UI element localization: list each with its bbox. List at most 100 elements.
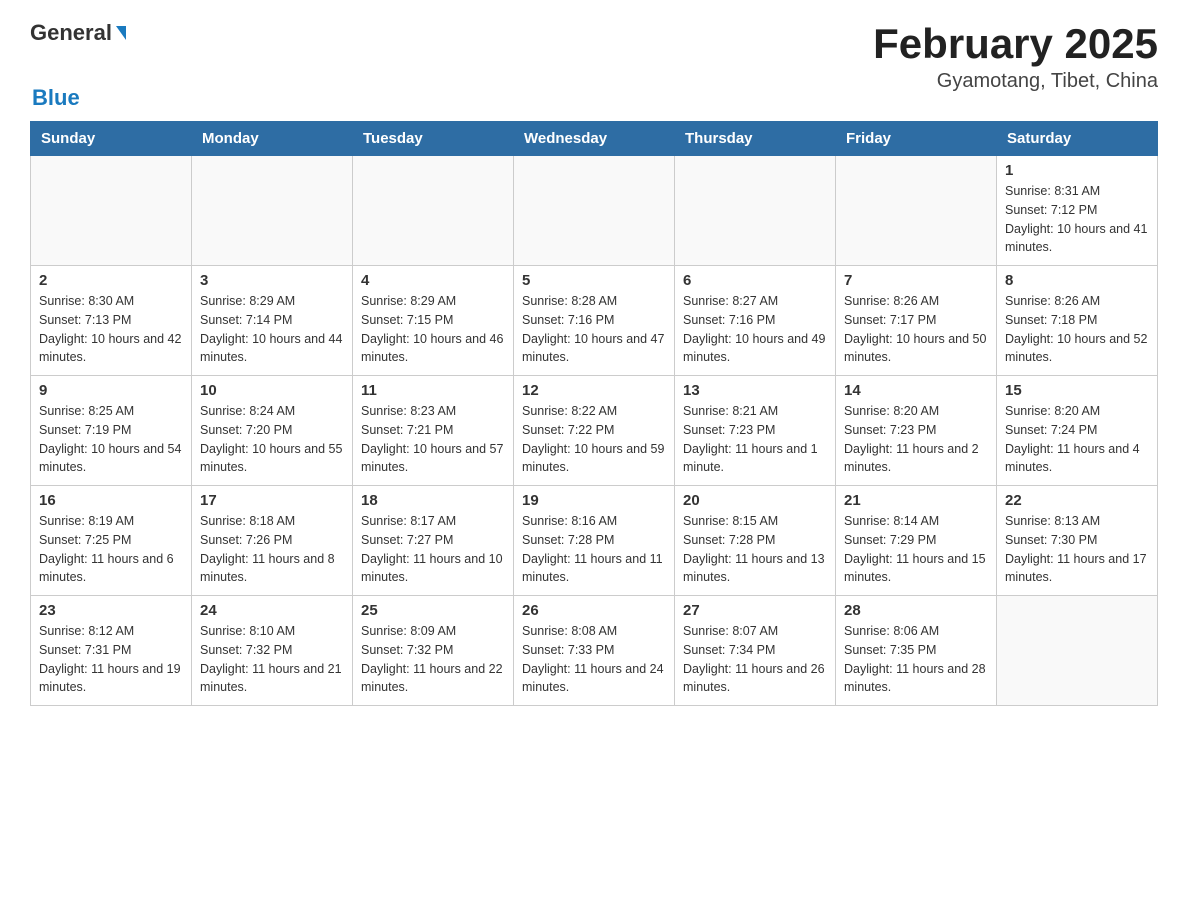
calendar-cell: 3Sunrise: 8:29 AMSunset: 7:14 PMDaylight… [192, 266, 353, 376]
day-number: 8 [1005, 272, 1149, 289]
calendar-cell: 27Sunrise: 8:07 AMSunset: 7:34 PMDayligh… [675, 596, 836, 706]
header-wednesday: Wednesday [514, 122, 675, 156]
calendar-header: SundayMondayTuesdayWednesdayThursdayFrid… [31, 122, 1158, 156]
day-number: 14 [844, 382, 988, 399]
day-info: Sunrise: 8:10 AMSunset: 7:32 PMDaylight:… [200, 622, 344, 697]
logo-arrow-icon [116, 26, 126, 40]
day-info: Sunrise: 8:26 AMSunset: 7:17 PMDaylight:… [844, 292, 988, 367]
day-info: Sunrise: 8:30 AMSunset: 7:13 PMDaylight:… [39, 292, 183, 367]
day-info: Sunrise: 8:27 AMSunset: 7:16 PMDaylight:… [683, 292, 827, 367]
week-row-5: 23 Sunrise: 8:12 AMSunset: 7:31 PMDayligh… [31, 596, 1158, 706]
week-row-4: 16 Sunrise: 8:19 AMSunset: 7:25 PMDayligh… [31, 486, 1158, 596]
day-info: Sunrise: 8:25 AMSunset: 7:19 PMDaylight:… [39, 402, 183, 477]
calendar-cell: 11 Sunrise: 8:23 AMSunset: 7:21 PMDayligh… [353, 376, 514, 486]
header-friday: Friday [836, 122, 997, 156]
calendar-cell: 15 Sunrise: 8:20 AMSunset: 7:24 PMDayligh… [997, 376, 1158, 486]
day-info: Sunrise: 8:13 AMSunset: 7:30 PMDaylight:… [1005, 512, 1149, 587]
day-number: 5 [522, 272, 666, 289]
calendar-cell [192, 156, 353, 266]
calendar-cell: 17 Sunrise: 8:18 AMSunset: 7:26 PMDayligh… [192, 486, 353, 596]
day-number: 27 [683, 602, 827, 619]
day-info: Sunrise: 8:22 AMSunset: 7:22 PMDaylight:… [522, 402, 666, 477]
calendar-cell: 12Sunrise: 8:22 AMSunset: 7:22 PMDayligh… [514, 376, 675, 486]
calendar-cell: 18 Sunrise: 8:17 AMSunset: 7:27 PMDayligh… [353, 486, 514, 596]
calendar-cell: 1Sunrise: 8:31 AMSunset: 7:12 PMDaylight… [997, 156, 1158, 266]
logo: General [30, 20, 128, 46]
day-number: 19 [522, 492, 666, 509]
calendar-cell: 2 Sunrise: 8:30 AMSunset: 7:13 PMDaylight… [31, 266, 192, 376]
day-number: 20 [683, 492, 827, 509]
day-number: 28 [844, 602, 988, 619]
week-row-1: 1Sunrise: 8:31 AMSunset: 7:12 PMDaylight… [31, 156, 1158, 266]
calendar-cell: 23 Sunrise: 8:12 AMSunset: 7:31 PMDayligh… [31, 596, 192, 706]
calendar-cell [997, 596, 1158, 706]
day-number: 7 [844, 272, 988, 289]
calendar-body: 1Sunrise: 8:31 AMSunset: 7:12 PMDaylight… [31, 156, 1158, 706]
calendar-cell: 25Sunrise: 8:09 AMSunset: 7:32 PMDayligh… [353, 596, 514, 706]
day-number: 23 [39, 602, 183, 619]
header-monday: Monday [192, 122, 353, 156]
calendar-cell [514, 156, 675, 266]
day-number: 6 [683, 272, 827, 289]
calendar-cell [353, 156, 514, 266]
day-number: 4 [361, 272, 505, 289]
day-info: Sunrise: 8:18 AMSunset: 7:26 PMDaylight:… [200, 512, 344, 587]
day-number: 10 [200, 382, 344, 399]
day-number: 1 [1005, 162, 1149, 179]
day-number: 9 [39, 382, 183, 399]
header-row: SundayMondayTuesdayWednesdayThursdayFrid… [31, 122, 1158, 156]
page-header: General February 2025 Gyamotang, Tibet, … [30, 20, 1158, 93]
day-info: Sunrise: 8:14 AMSunset: 7:29 PMDaylight:… [844, 512, 988, 587]
day-number: 15 [1005, 382, 1149, 399]
day-info: Sunrise: 8:29 AMSunset: 7:14 PMDaylight:… [200, 292, 344, 367]
logo-general-text: General [30, 20, 112, 46]
day-info: Sunrise: 8:28 AMSunset: 7:16 PMDaylight:… [522, 292, 666, 367]
day-info: Sunrise: 8:06 AMSunset: 7:35 PMDaylight:… [844, 622, 988, 697]
day-number: 2 [39, 272, 183, 289]
calendar-cell: 10 Sunrise: 8:24 AMSunset: 7:20 PMDayligh… [192, 376, 353, 486]
calendar-cell: 4Sunrise: 8:29 AMSunset: 7:15 PMDaylight… [353, 266, 514, 376]
calendar-cell: 26 Sunrise: 8:08 AMSunset: 7:33 PMDayligh… [514, 596, 675, 706]
day-info: Sunrise: 8:21 AMSunset: 7:23 PMDaylight:… [683, 402, 827, 477]
day-info: Sunrise: 8:23 AMSunset: 7:21 PMDaylight:… [361, 402, 505, 477]
day-info: Sunrise: 8:26 AMSunset: 7:18 PMDaylight:… [1005, 292, 1149, 367]
day-info: Sunrise: 8:09 AMSunset: 7:32 PMDaylight:… [361, 622, 505, 697]
day-info: Sunrise: 8:20 AMSunset: 7:23 PMDaylight:… [844, 402, 988, 477]
calendar-cell: 5 Sunrise: 8:28 AMSunset: 7:16 PMDaylight… [514, 266, 675, 376]
day-info: Sunrise: 8:12 AMSunset: 7:31 PMDaylight:… [39, 622, 183, 697]
day-info: Sunrise: 8:15 AMSunset: 7:28 PMDaylight:… [683, 512, 827, 587]
calendar-cell: 8 Sunrise: 8:26 AMSunset: 7:18 PMDaylight… [997, 266, 1158, 376]
day-number: 13 [683, 382, 827, 399]
day-number: 18 [361, 492, 505, 509]
month-title: February 2025 [873, 20, 1158, 68]
calendar-cell: 24 Sunrise: 8:10 AMSunset: 7:32 PMDayligh… [192, 596, 353, 706]
calendar-cell: 16 Sunrise: 8:19 AMSunset: 7:25 PMDayligh… [31, 486, 192, 596]
calendar-cell: 9 Sunrise: 8:25 AMSunset: 7:19 PMDaylight… [31, 376, 192, 486]
calendar-cell: 20 Sunrise: 8:15 AMSunset: 7:28 PMDayligh… [675, 486, 836, 596]
calendar-cell: 6 Sunrise: 8:27 AMSunset: 7:16 PMDaylight… [675, 266, 836, 376]
header-tuesday: Tuesday [353, 122, 514, 156]
calendar-table: SundayMondayTuesdayWednesdayThursdayFrid… [30, 121, 1158, 706]
day-info: Sunrise: 8:17 AMSunset: 7:27 PMDaylight:… [361, 512, 505, 587]
day-number: 24 [200, 602, 344, 619]
day-info: Sunrise: 8:08 AMSunset: 7:33 PMDaylight:… [522, 622, 666, 697]
header-saturday: Saturday [997, 122, 1158, 156]
header-sunday: Sunday [31, 122, 192, 156]
title-block: February 2025 Gyamotang, Tibet, China [873, 20, 1158, 93]
day-info: Sunrise: 8:20 AMSunset: 7:24 PMDaylight:… [1005, 402, 1149, 477]
day-info: Sunrise: 8:19 AMSunset: 7:25 PMDaylight:… [39, 512, 183, 587]
calendar-cell: 22 Sunrise: 8:13 AMSunset: 7:30 PMDayligh… [997, 486, 1158, 596]
day-number: 26 [522, 602, 666, 619]
day-number: 22 [1005, 492, 1149, 509]
calendar-cell: 14 Sunrise: 8:20 AMSunset: 7:23 PMDayligh… [836, 376, 997, 486]
calendar-cell: 13 Sunrise: 8:21 AMSunset: 7:23 PMDayligh… [675, 376, 836, 486]
location-title: Gyamotang, Tibet, China [873, 70, 1158, 93]
day-number: 16 [39, 492, 183, 509]
calendar-cell: 21Sunrise: 8:14 AMSunset: 7:29 PMDayligh… [836, 486, 997, 596]
week-row-2: 2 Sunrise: 8:30 AMSunset: 7:13 PMDaylight… [31, 266, 1158, 376]
day-number: 11 [361, 382, 505, 399]
day-number: 17 [200, 492, 344, 509]
day-info: Sunrise: 8:16 AMSunset: 7:28 PMDaylight:… [522, 512, 666, 587]
day-info: Sunrise: 8:24 AMSunset: 7:20 PMDaylight:… [200, 402, 344, 477]
calendar-cell: 19 Sunrise: 8:16 AMSunset: 7:28 PMDayligh… [514, 486, 675, 596]
